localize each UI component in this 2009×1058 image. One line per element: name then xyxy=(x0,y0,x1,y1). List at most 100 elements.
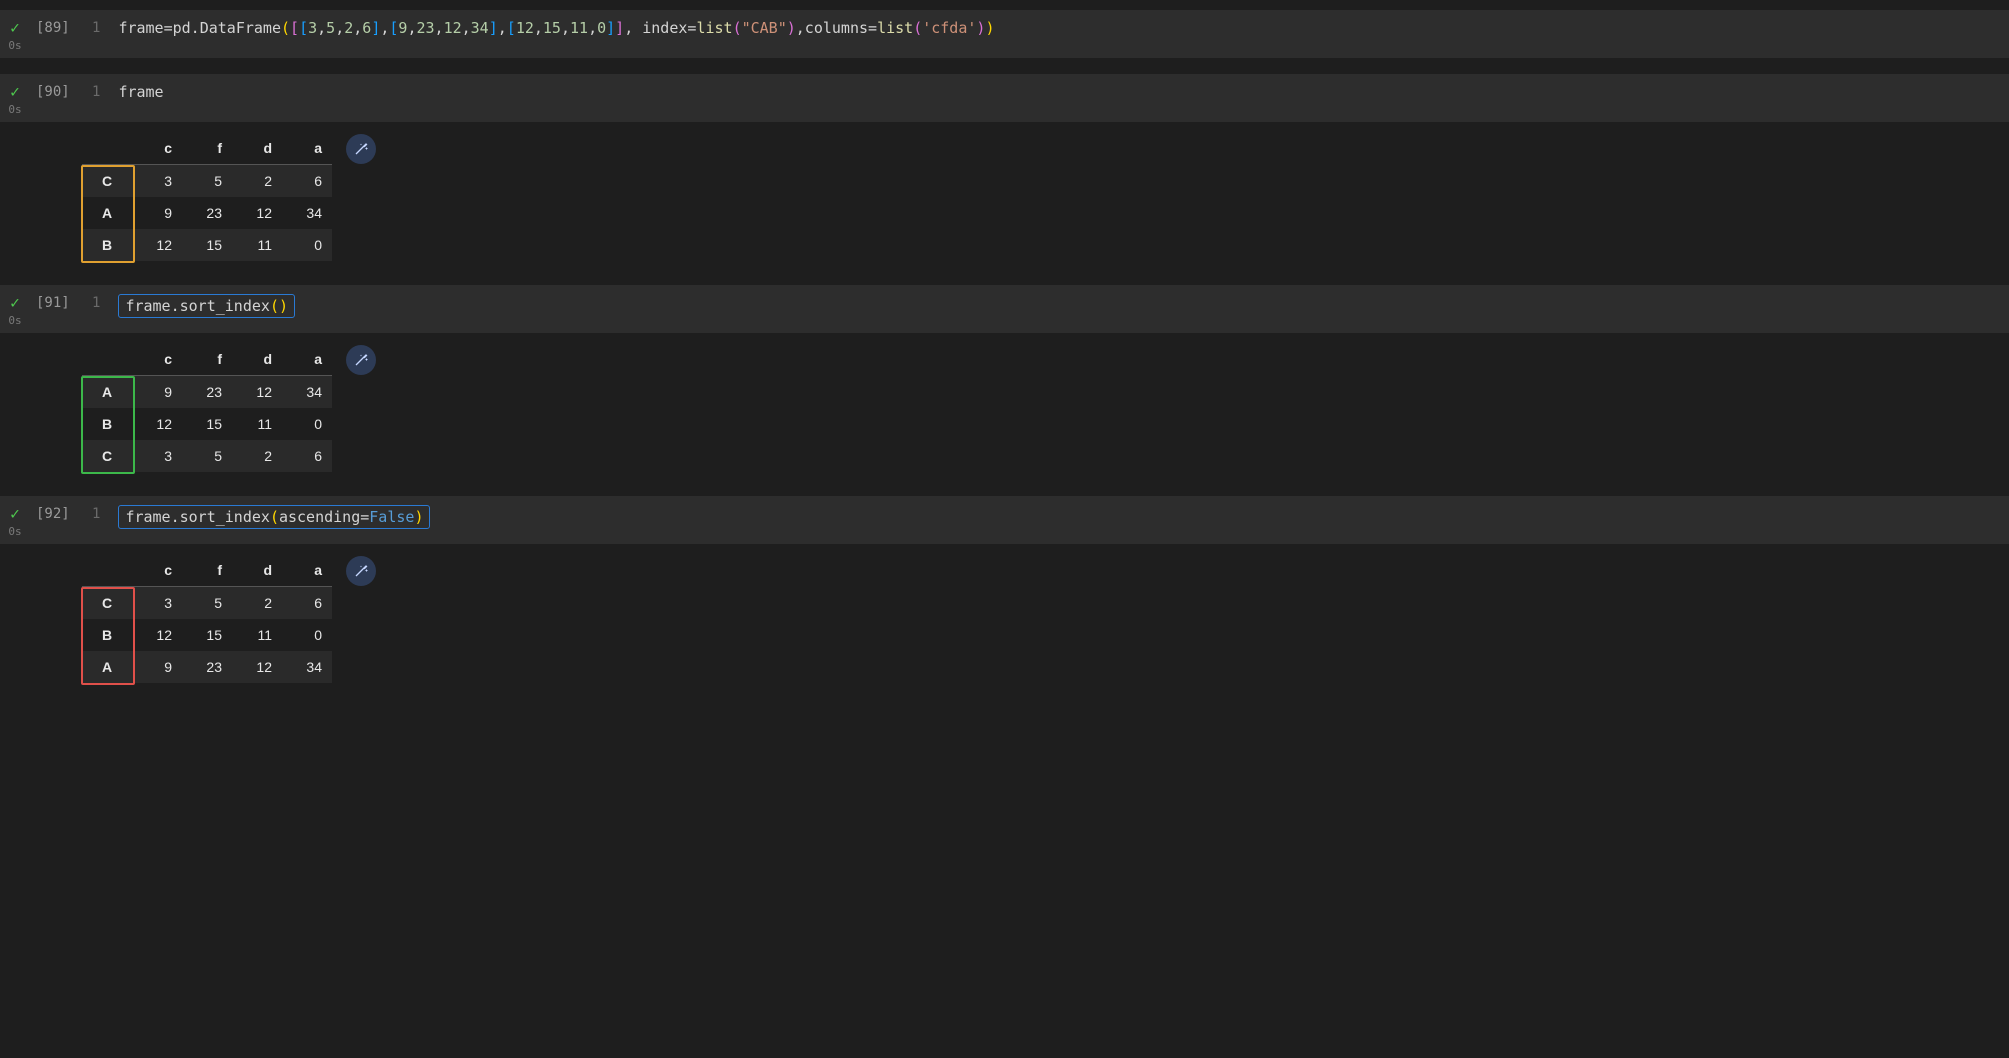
code-token: ascending xyxy=(279,508,360,526)
table-cell: 12 xyxy=(232,197,282,229)
column-header[interactable]: c xyxy=(132,132,182,165)
check-icon: ✓ xyxy=(10,293,20,312)
magic-wand-icon[interactable] xyxy=(346,345,376,375)
cell-input-row[interactable]: ✓0s[92]1frame.sort_index(ascending=False… xyxy=(0,496,2009,544)
check-icon: ✓ xyxy=(10,82,20,101)
table-cell: 15 xyxy=(182,408,232,440)
code-token: , xyxy=(335,19,344,37)
table-cell: 9 xyxy=(132,376,182,409)
cell-label: [91] xyxy=(30,291,84,311)
row-index[interactable]: A xyxy=(82,651,132,683)
code-token: 12 xyxy=(444,19,462,37)
table-corner xyxy=(82,343,132,376)
column-header[interactable]: d xyxy=(232,343,282,376)
table-cell: 5 xyxy=(182,587,232,620)
row-index[interactable]: C xyxy=(82,587,132,620)
code-token: 3 xyxy=(308,19,317,37)
code-token: 6 xyxy=(362,19,371,37)
code-token: , xyxy=(561,19,570,37)
cell-input-row[interactable]: ✓0s[89]1frame=pd.DataFrame([[3,5,2,6],[9… xyxy=(0,10,2009,58)
column-header[interactable]: f xyxy=(182,343,232,376)
table-row: C3526 xyxy=(82,165,332,198)
row-index[interactable]: B xyxy=(82,408,132,440)
cell-status: ✓0s xyxy=(0,502,30,538)
column-header[interactable]: c xyxy=(132,343,182,376)
code-line[interactable]: frame.sort_index() xyxy=(112,291,303,321)
table-cell: 0 xyxy=(282,408,332,440)
row-index[interactable]: B xyxy=(82,229,132,261)
column-header[interactable]: a xyxy=(282,132,332,165)
table-cell: 12 xyxy=(132,619,182,651)
code-token: = xyxy=(360,508,369,526)
code-line[interactable]: frame=pd.DataFrame([[3,5,2,6],[9,23,12,3… xyxy=(112,16,1002,40)
code-token: 34 xyxy=(471,19,489,37)
code-token: ) xyxy=(787,19,796,37)
table-cell: 15 xyxy=(182,619,232,651)
row-index[interactable]: C xyxy=(82,165,132,198)
code-token: , xyxy=(317,19,326,37)
column-header[interactable]: d xyxy=(232,132,282,165)
dataframe-wrap: cfdaA9231234B1215110C3526 xyxy=(82,343,332,472)
cell-output: cfdaA9231234B1215110C3526 xyxy=(0,333,2009,480)
code-token: , xyxy=(435,19,444,37)
code-token: 2 xyxy=(344,19,353,37)
column-header[interactable]: a xyxy=(282,343,332,376)
line-number: 1 xyxy=(84,291,112,311)
table-cell: 3 xyxy=(132,587,182,620)
code-token: ) xyxy=(985,19,994,37)
table-cell: 5 xyxy=(182,440,232,472)
cell-input-row[interactable]: ✓0s[90]1frame xyxy=(0,74,2009,122)
dataframe-table: cfdaC3526A9231234B1215110 xyxy=(82,132,332,261)
row-index[interactable]: C xyxy=(82,440,132,472)
row-index[interactable]: B xyxy=(82,619,132,651)
row-index[interactable]: A xyxy=(82,376,132,409)
code-token: = xyxy=(164,19,173,37)
check-icon: ✓ xyxy=(10,18,20,37)
code-token: pd.DataFrame xyxy=(173,19,281,37)
row-index[interactable]: A xyxy=(82,197,132,229)
table-row: A9231234 xyxy=(82,651,332,683)
column-header[interactable]: c xyxy=(132,554,182,587)
line-number: 1 xyxy=(84,16,112,36)
code-token: frame xyxy=(118,19,163,37)
code-token: , xyxy=(462,19,471,37)
cell-label: [89] xyxy=(30,16,84,36)
table-cell: 11 xyxy=(232,408,282,440)
column-header[interactable]: f xyxy=(182,132,232,165)
code-token: ) xyxy=(279,297,288,315)
table-row: B1215110 xyxy=(82,619,332,651)
code-token: , xyxy=(498,19,507,37)
table-cell: 0 xyxy=(282,229,332,261)
code-token: 11 xyxy=(570,19,588,37)
table-cell: 6 xyxy=(282,165,332,198)
table-cell: 11 xyxy=(232,619,282,651)
table-corner xyxy=(82,132,132,165)
code-token: ( xyxy=(913,19,922,37)
code-highlight-box: frame.sort_index() xyxy=(118,294,295,318)
dataframe-table: cfdaA9231234B1215110C3526 xyxy=(82,343,332,472)
code-token: frame xyxy=(118,83,163,101)
table-cell: 23 xyxy=(182,376,232,409)
column-header[interactable]: d xyxy=(232,554,282,587)
magic-wand-icon[interactable] xyxy=(346,556,376,586)
column-header[interactable]: f xyxy=(182,554,232,587)
column-header[interactable]: a xyxy=(282,554,332,587)
dataframe-table: cfdaC3526B1215110A9231234 xyxy=(82,554,332,683)
cell-time: 0s xyxy=(8,314,21,327)
cell-label: [90] xyxy=(30,80,84,100)
code-token: "CAB" xyxy=(742,19,787,37)
cell-input-row[interactable]: ✓ 0s [91]1 frame.sort_index() xyxy=(0,285,2009,333)
table-cell: 34 xyxy=(282,197,332,229)
code-token: list xyxy=(696,19,732,37)
table-row: A9231234 xyxy=(82,376,332,409)
code-line[interactable]: frame xyxy=(112,80,171,104)
code-token: , xyxy=(353,19,362,37)
code-token: [ xyxy=(299,19,308,37)
cell-output: cfdaC3526B1215110A9231234 xyxy=(0,544,2009,691)
code-line[interactable]: frame.sort_index(ascending=False) xyxy=(112,502,438,532)
cell-output: cfdaC3526A9231234B1215110 xyxy=(0,122,2009,269)
magic-wand-icon[interactable] xyxy=(346,134,376,164)
cell-status: ✓ 0s xyxy=(0,291,30,327)
code-token: ] xyxy=(606,19,615,37)
notebook-cell: ✓ 0s [91]1 frame.sort_index()cfdaA9231234B 1… xyxy=(0,285,2009,480)
